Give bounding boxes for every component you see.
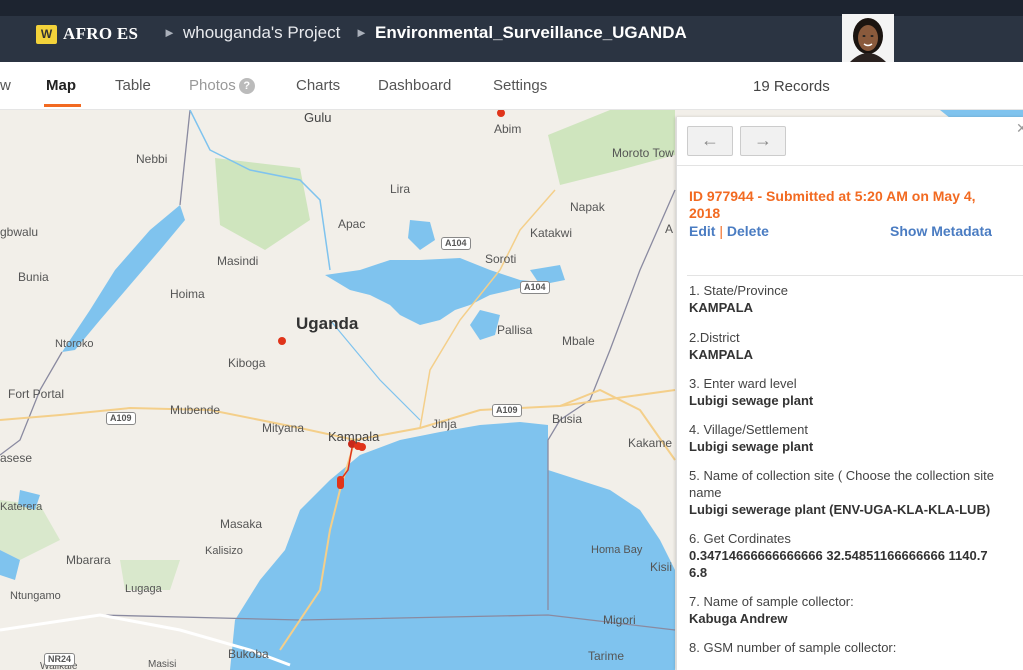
place-label: Pallisa xyxy=(497,323,533,337)
field-question: 2.District xyxy=(689,330,740,345)
place-label: Katakwi xyxy=(530,226,573,240)
road-shield: A109 xyxy=(106,412,136,425)
arrow-left-icon: ← xyxy=(701,130,719,150)
delete-link[interactable]: Delete xyxy=(727,223,769,239)
place-label: Tarime xyxy=(588,649,625,663)
country-label: Uganda xyxy=(296,314,359,333)
field-question: 7. Name of sample collector: xyxy=(689,594,854,609)
tab-dashboard[interactable]: Dashboard xyxy=(378,77,451,94)
top-navigation-bar: W AFRO ES ► whouganda's Project ► Enviro… xyxy=(0,0,1023,62)
edit-link[interactable]: Edit xyxy=(689,223,715,239)
breadcrumb-project[interactable]: whouganda's Project xyxy=(183,23,340,43)
field-answer: Lubigi sewage plant xyxy=(689,393,814,408)
previous-record-button[interactable]: ← xyxy=(687,126,733,156)
field-question: 4. Village/Settlement xyxy=(689,422,808,437)
place-label: Lugaga xyxy=(125,583,162,595)
record-actions: Edit | Delete xyxy=(689,223,769,239)
place-label: Hoima xyxy=(170,287,205,301)
place-label: Ntoroko xyxy=(55,338,94,350)
place-label: Katerera xyxy=(0,501,43,513)
field-question: 5. Name of collection site ( Choose the … xyxy=(689,468,994,500)
breadcrumb-form[interactable]: Environmental_Surveillance_UGANDA xyxy=(375,23,687,43)
place-label: Gulu xyxy=(304,110,332,125)
place-label: Soroti xyxy=(485,252,517,266)
place-label: Kalisizo xyxy=(205,545,243,557)
field-answer: KAMPALA xyxy=(689,300,754,315)
record-title: ID 977944 - Submitted at 5:20 AM on May … xyxy=(689,188,976,221)
tab-charts[interactable]: Charts xyxy=(296,77,340,94)
place-label: Homa Bay xyxy=(591,544,643,556)
place-label: Mityana xyxy=(262,421,305,435)
section-tabs: w Map Table Photos? Charts Dashboard Set… xyxy=(0,62,1023,110)
place-label: Mbarara xyxy=(66,553,111,567)
field-question: 3. Enter ward level xyxy=(689,376,797,391)
place-label: Bunia xyxy=(18,270,49,284)
next-record-button[interactable]: → xyxy=(740,126,786,156)
records-count: 19 Records xyxy=(753,78,830,95)
user-avatar[interactable] xyxy=(842,14,894,62)
road-shield: NR24 xyxy=(44,653,76,666)
place-label: Mubende xyxy=(170,403,221,417)
divider xyxy=(687,275,1023,276)
place-label: Masindi xyxy=(217,254,259,268)
field-question: 6. Get Cordinates xyxy=(689,531,791,546)
place-label: Fort Portal xyxy=(8,387,65,401)
org-name[interactable]: AFRO ES xyxy=(63,24,138,44)
divider xyxy=(677,165,1023,166)
tab-overview[interactable]: w xyxy=(0,77,11,94)
record-detail-panel: ← → ✕ ID 977944 - Submitted at 5:20 AM o… xyxy=(676,117,1023,670)
place-label: Kisii xyxy=(650,560,673,574)
place-label: Masaka xyxy=(220,517,263,531)
field-answer: Kabuga Andrew xyxy=(689,611,788,626)
place-label: Mbale xyxy=(562,334,595,348)
field-answer: KAMPALA xyxy=(689,347,754,362)
place-label: Nebbi xyxy=(136,152,168,166)
active-tab-indicator xyxy=(44,104,81,107)
place-label: Kampala xyxy=(328,429,380,444)
action-separator: | xyxy=(719,223,723,239)
field-question: 1. State/Province xyxy=(689,283,788,298)
place-label: Ntungamo xyxy=(10,590,61,602)
place-label: Apac xyxy=(338,217,366,231)
place-label: Jinja xyxy=(432,417,457,431)
breadcrumb-separator-icon: ► xyxy=(163,25,176,40)
place-label: Napak xyxy=(570,200,605,214)
show-metadata-link[interactable]: Show Metadata xyxy=(890,223,992,239)
place-label: Masisi xyxy=(148,659,177,670)
close-icon[interactable]: ✕ xyxy=(1016,120,1023,137)
field-answer: 0.34714666666666666 32.54851166666666 11… xyxy=(689,548,988,580)
arrow-right-icon: → xyxy=(754,130,772,150)
road-shield: A109 xyxy=(492,404,522,417)
place-label: asese xyxy=(0,451,33,465)
tab-photos-label: Photos xyxy=(189,77,236,94)
place-label: gbwalu xyxy=(0,225,39,239)
field-question: 8. GSM number of sample collector: xyxy=(689,640,897,655)
place-label: Busia xyxy=(552,412,583,426)
place-label: A xyxy=(665,222,674,236)
tab-map[interactable]: Map xyxy=(46,77,76,94)
place-label: Kiboga xyxy=(228,356,266,370)
tab-photos[interactable]: Photos? xyxy=(189,77,255,94)
place-label: Kakame xyxy=(628,436,673,450)
road-shield: A104 xyxy=(441,237,471,250)
place-label: Bukoba xyxy=(228,647,269,661)
org-logo-icon[interactable]: W xyxy=(36,25,57,44)
place-label: Moroto Tow xyxy=(612,146,674,160)
help-icon[interactable]: ? xyxy=(238,78,255,94)
breadcrumb-separator-icon: ► xyxy=(355,25,368,40)
place-label: Migori xyxy=(603,613,636,627)
field-answer: Lubigi sewage plant xyxy=(689,439,814,454)
field-answer: Lubigi sewerage plant (ENV-UGA-KLA-KLA-L… xyxy=(689,502,991,517)
place-label: Abim xyxy=(494,122,522,136)
place-label: Lira xyxy=(390,182,411,196)
road-shield: A104 xyxy=(520,281,550,294)
tab-table[interactable]: Table xyxy=(115,77,151,94)
tab-settings[interactable]: Settings xyxy=(493,77,547,94)
